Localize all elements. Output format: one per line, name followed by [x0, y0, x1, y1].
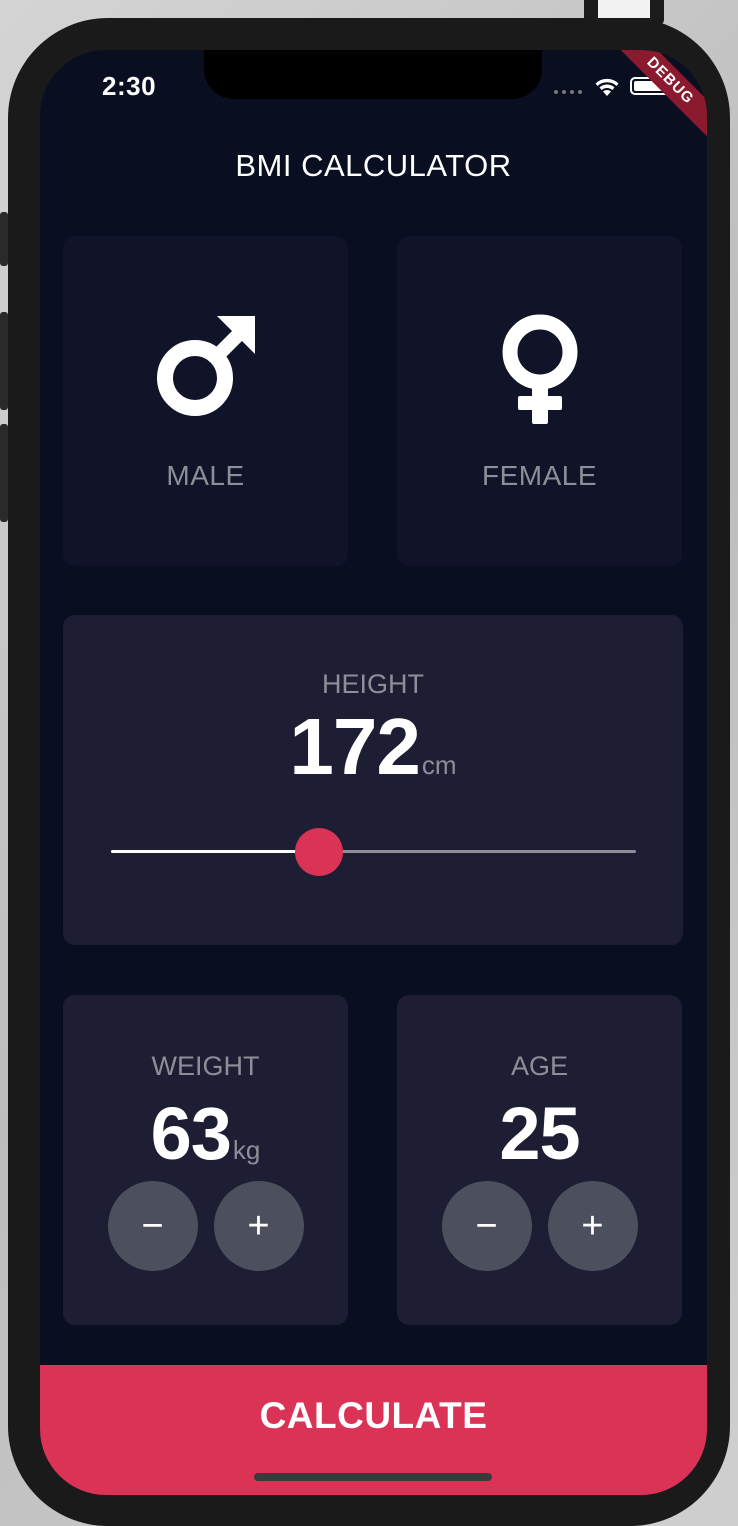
calculate-label: CALCULATE [259, 1395, 488, 1436]
phone-frame: 2:30 DEBUG BMI CALCULATOR MALE FEMALE HE… [8, 18, 730, 1526]
mars-icon [63, 312, 348, 427]
age-increment-button[interactable]: + [547, 1181, 638, 1271]
male-card[interactable]: MALE [63, 236, 348, 566]
age-decrement-button[interactable]: − [441, 1181, 532, 1271]
weight-increment-button[interactable]: + [213, 1181, 304, 1271]
slider-active-track [111, 850, 320, 853]
height-card: HEIGHT 172 cm [63, 615, 683, 945]
cellular-signal-icon [554, 90, 582, 94]
male-label: MALE [166, 460, 245, 491]
venus-icon [397, 312, 682, 437]
slider-thumb[interactable] [295, 828, 344, 876]
volume-up-button [0, 312, 8, 410]
height-slider[interactable] [111, 822, 636, 882]
debug-banner: DEBUG [607, 50, 707, 144]
female-card[interactable]: FEMALE [397, 236, 682, 566]
weight-label: WEIGHT [151, 1051, 260, 1081]
notch [204, 50, 542, 99]
weight-controls: − + [63, 1181, 348, 1271]
app-screen: 2:30 DEBUG BMI CALCULATOR MALE FEMALE HE… [40, 50, 707, 1495]
age-card: AGE 25 − + [397, 995, 682, 1325]
weight-unit: kg [232, 1135, 261, 1165]
volume-down-button [0, 424, 8, 522]
weight-value: 63 [150, 1092, 232, 1175]
age-value-row: 25 [397, 1097, 682, 1171]
wifi-icon [595, 78, 619, 96]
height-unit: cm [421, 750, 457, 780]
female-label: FEMALE [481, 460, 598, 491]
home-indicator[interactable] [254, 1473, 492, 1481]
height-value-row: 172 cm [63, 707, 683, 787]
page-title: BMI CALCULATOR [235, 148, 512, 183]
status-time: 2:30 [102, 71, 157, 101]
height-value: 172 [289, 702, 420, 791]
height-label: HEIGHT [321, 669, 424, 699]
weight-card: WEIGHT 63 kg − + [63, 995, 348, 1325]
plus-icon: + [247, 1205, 270, 1247]
plus-icon: + [581, 1205, 604, 1247]
weight-decrement-button[interactable]: − [107, 1181, 198, 1271]
age-controls: − + [397, 1181, 682, 1271]
age-label: AGE [510, 1051, 569, 1081]
weight-value-row: 63 kg [63, 1097, 348, 1171]
mute-switch [0, 212, 8, 266]
age-value: 25 [499, 1092, 580, 1175]
minus-icon: − [141, 1205, 164, 1247]
minus-icon: − [475, 1205, 498, 1247]
